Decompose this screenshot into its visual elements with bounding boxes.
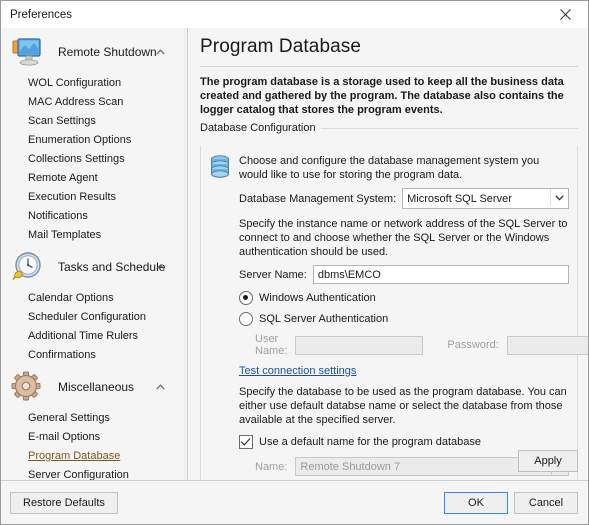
group-box-legend-text: Database Configuration xyxy=(200,122,321,134)
gear-icon xyxy=(10,370,44,404)
sidebar-item-mail-templates[interactable]: Mail Templates xyxy=(1,226,187,245)
server-name-row: Server Name: xyxy=(209,265,569,284)
database-name-row: Name: ... xyxy=(209,457,569,476)
sidebar-item-remote-agent[interactable]: Remote Agent xyxy=(1,169,187,188)
sidebar-item-enumeration-options[interactable]: Enumeration Options xyxy=(1,131,187,150)
test-connection-link[interactable]: Test connection settings xyxy=(209,365,356,377)
title-bar: Preferences xyxy=(1,1,588,28)
password-label: Password: xyxy=(447,339,499,351)
page-title: Program Database xyxy=(200,36,362,57)
sql-server-authentication-radio[interactable]: SQL Server Authentication xyxy=(209,312,569,326)
preferences-window: Preferences Remote Shutdown WOL Configur… xyxy=(0,0,589,525)
panel-description: The program database is a storage used t… xyxy=(200,76,564,116)
sql-server-authentication-label: SQL Server Authentication xyxy=(259,313,389,325)
radio-indicator xyxy=(239,291,253,305)
windows-authentication-radio[interactable]: Windows Authentication xyxy=(209,291,569,305)
checkbox-indicator xyxy=(239,435,253,449)
sidebar-group-label: Remote Shutdown xyxy=(58,45,157,59)
credentials-row: User Name: Password: xyxy=(209,333,588,357)
sidebar-item-collections-settings[interactable]: Collections Settings xyxy=(1,150,187,169)
sidebar-item-additional-time-rulers[interactable]: Additional Time Rulers xyxy=(1,327,187,346)
database-description-row: Choose and configure the database manage… xyxy=(209,154,569,182)
database-hint: Specify the database to be used as the p… xyxy=(239,386,567,426)
window-title: Preferences xyxy=(10,8,73,21)
chevron-up-icon[interactable] xyxy=(156,263,165,272)
database-description: Choose and configure the database manage… xyxy=(239,155,540,181)
server-name-label: Server Name: xyxy=(239,268,307,281)
chevron-up-icon[interactable] xyxy=(156,48,165,57)
sidebar-item-program-database[interactable]: Program Database xyxy=(1,447,187,466)
radio-indicator xyxy=(239,312,253,326)
sidebar-scrollbar[interactable] xyxy=(184,28,187,480)
sidebar-item-notifications[interactable]: Notifications xyxy=(1,207,187,226)
apply-button[interactable]: Apply xyxy=(518,450,578,472)
chevron-up-icon[interactable] xyxy=(156,383,165,392)
group-box-legend: Database Configuration xyxy=(200,122,578,134)
chevron-down-icon[interactable] xyxy=(550,189,568,206)
sidebar-item-e-mail-options[interactable]: E-mail Options xyxy=(1,428,187,447)
use-default-name-label: Use a default name for the program datab… xyxy=(259,436,481,448)
sidebar-item-confirmations[interactable]: Confirmations xyxy=(1,346,187,365)
database-configuration-group: Choose and configure the database manage… xyxy=(200,146,588,480)
sidebar-item-calendar-options[interactable]: Calendar Options xyxy=(1,289,187,308)
sidebar-item-scheduler-configuration[interactable]: Scheduler Configuration xyxy=(1,308,187,327)
sidebar-group-tasks-and-schedule[interactable]: Tasks and Schedule xyxy=(1,245,187,289)
database-name-input[interactable] xyxy=(295,457,552,476)
sidebar-item-execution-results[interactable]: Execution Results xyxy=(1,188,187,207)
sidebar-group-remote-shutdown[interactable]: Remote Shutdown xyxy=(1,30,187,74)
group-box-legend-rule xyxy=(320,127,578,129)
clock-icon xyxy=(10,250,44,284)
dialog-content: Remote Shutdown WOL Configuration MAC Ad… xyxy=(1,28,588,480)
database-name-label: Name: xyxy=(255,460,288,473)
cancel-button[interactable]: Cancel xyxy=(514,491,578,514)
user-name-label: User Name: xyxy=(255,333,288,357)
server-hint: Specify the instance name or network add… xyxy=(239,218,568,258)
title-divider xyxy=(200,66,578,67)
dbms-label: Database Management System: xyxy=(239,192,397,205)
dbms-row: Database Management System: Microsoft SQ… xyxy=(209,188,569,209)
monitor-icon xyxy=(10,35,44,69)
settings-panel: Program Database The program database is… xyxy=(188,28,588,480)
ok-button[interactable]: OK xyxy=(444,491,508,514)
sidebar-item-general-settings[interactable]: General Settings xyxy=(1,409,187,428)
user-name-input[interactable] xyxy=(295,335,424,355)
windows-authentication-label: Windows Authentication xyxy=(259,292,376,304)
dbms-selected-value: Microsoft SQL Server xyxy=(407,192,512,205)
sidebar-item-mac-address-scan[interactable]: MAC Address Scan xyxy=(1,93,187,112)
server-name-input[interactable] xyxy=(312,265,569,284)
sidebar-item-scan-settings[interactable]: Scan Settings xyxy=(1,112,187,131)
apply-button-container: Apply xyxy=(518,450,578,472)
sidebar-item-wol-configuration[interactable]: WOL Configuration xyxy=(1,74,187,93)
navigation-sidebar: Remote Shutdown WOL Configuration MAC Ad… xyxy=(1,28,187,480)
close-icon[interactable] xyxy=(543,1,588,27)
sidebar-group-miscellaneous[interactable]: Miscellaneous xyxy=(1,365,187,409)
dbms-select[interactable]: Microsoft SQL Server xyxy=(402,188,569,209)
use-default-name-checkbox[interactable]: Use a default name for the program datab… xyxy=(209,435,569,449)
sidebar-group-label: Miscellaneous xyxy=(58,380,135,394)
sidebar-group-label: Tasks and Schedule xyxy=(58,260,166,274)
database-icon xyxy=(209,154,235,182)
restore-defaults-button[interactable]: Restore Defaults xyxy=(10,491,118,514)
dialog-footer: Restore Defaults OK Cancel xyxy=(1,480,588,524)
sidebar-item-server-configuration[interactable]: Server Configuration xyxy=(1,466,187,480)
password-input[interactable] xyxy=(506,335,588,355)
